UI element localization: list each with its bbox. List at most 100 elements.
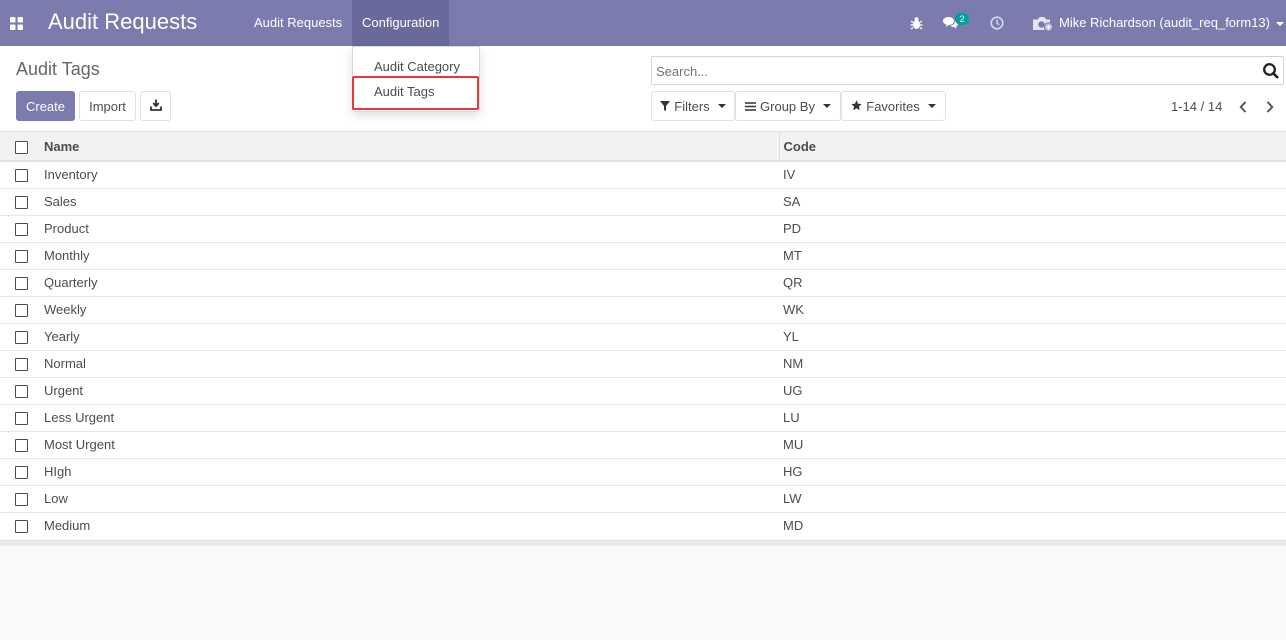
cell-name[interactable]: Less Urgent: [40, 403, 779, 431]
import-button[interactable]: Import: [79, 91, 136, 121]
search-bar: [651, 56, 1284, 85]
control-panel: Audit Tags Create Import Filters Group B…: [0, 46, 1286, 132]
filters-dropdown[interactable]: Filters: [651, 91, 735, 121]
cell-code[interactable]: SA: [779, 187, 1286, 215]
row-checkbox[interactable]: [15, 466, 28, 480]
cell-code[interactable]: MU: [779, 430, 1286, 458]
table-row[interactable]: Inventory IV: [0, 160, 1286, 188]
search-input[interactable]: [656, 62, 1246, 80]
menu-item-audit-category[interactable]: Audit Category: [353, 54, 479, 79]
menu-audit-requests[interactable]: Audit Requests: [244, 0, 352, 46]
pager-next-icon[interactable]: [1259, 96, 1281, 118]
cell-code[interactable]: LW: [779, 484, 1286, 512]
user-name-label: Mike Richardson (audit_req_form13): [1059, 15, 1270, 30]
table-row[interactable]: Urgent UG: [0, 376, 1286, 404]
column-header-name[interactable]: Name: [40, 132, 780, 162]
activity-clock-icon[interactable]: [988, 0, 1006, 46]
cell-code[interactable]: MD: [779, 511, 1286, 539]
select-all-checkbox[interactable]: [15, 140, 28, 154]
group-by-dropdown[interactable]: Group By: [735, 91, 841, 121]
row-select-cell: [0, 457, 40, 485]
top-navbar: Audit Requests Audit Requests Configurat…: [0, 0, 1286, 46]
cell-code[interactable]: YL: [779, 322, 1286, 350]
cell-code[interactable]: HG: [779, 457, 1286, 485]
row-checkbox[interactable]: [15, 493, 28, 507]
cell-name[interactable]: Low: [40, 484, 779, 512]
cell-name[interactable]: Weekly: [40, 295, 779, 323]
table-body: Inventory IV Sales SA Product PD Monthly MT Quar…: [0, 160, 1286, 539]
column-header-code[interactable]: Code: [779, 132, 1286, 162]
cell-name[interactable]: Quarterly: [40, 268, 779, 296]
table-row[interactable]: Sales SA: [0, 187, 1286, 215]
cell-name[interactable]: Yearly: [40, 322, 779, 350]
table-row[interactable]: Yearly YL: [0, 322, 1286, 350]
row-checkbox[interactable]: [15, 412, 28, 426]
row-checkbox[interactable]: [15, 196, 28, 210]
debug-bug-icon[interactable]: [906, 0, 926, 46]
table-row[interactable]: Normal NM: [0, 349, 1286, 377]
table-row[interactable]: Most Urgent MU: [0, 430, 1286, 458]
cell-name[interactable]: Medium: [40, 511, 779, 539]
download-icon: [149, 99, 162, 114]
cell-code[interactable]: WK: [779, 295, 1286, 323]
apps-menu-icon[interactable]: [0, 0, 33, 46]
row-select-cell: [0, 430, 40, 458]
group-by-label: Group By: [760, 98, 815, 114]
row-checkbox[interactable]: [15, 358, 28, 372]
row-checkbox[interactable]: [15, 223, 28, 237]
table-row[interactable]: Low LW: [0, 484, 1286, 512]
row-select-cell: [0, 349, 40, 377]
cell-name[interactable]: Inventory: [40, 160, 779, 188]
table-row[interactable]: Monthly MT: [0, 241, 1286, 269]
pager-value[interactable]: 1-14 / 14: [1171, 99, 1222, 114]
cell-code[interactable]: UG: [779, 376, 1286, 404]
menu-item-audit-tags[interactable]: Audit Tags: [353, 79, 479, 104]
table-row[interactable]: Less Urgent LU: [0, 403, 1286, 431]
row-checkbox[interactable]: [15, 439, 28, 453]
cell-name[interactable]: Most Urgent: [40, 430, 779, 458]
row-select-cell: [0, 160, 40, 188]
row-select-cell: [0, 484, 40, 512]
cell-name[interactable]: Urgent: [40, 376, 779, 404]
chevron-down-icon: [1275, 21, 1284, 26]
row-checkbox[interactable]: [15, 331, 28, 345]
row-checkbox[interactable]: [15, 385, 28, 399]
table-row[interactable]: HIgh HG: [0, 457, 1286, 485]
cell-code[interactable]: LU: [779, 403, 1286, 431]
cell-code[interactable]: IV: [779, 160, 1286, 188]
cell-code[interactable]: NM: [779, 349, 1286, 377]
table-row[interactable]: Product PD: [0, 214, 1286, 242]
table-row[interactable]: Medium MD: [0, 511, 1286, 539]
chevron-down-icon: [717, 104, 726, 108]
user-menu[interactable]: Mike Richardson (audit_req_form13): [1059, 0, 1284, 46]
export-button[interactable]: [140, 91, 171, 121]
cell-code[interactable]: QR: [779, 268, 1286, 296]
cell-name[interactable]: Normal: [40, 349, 779, 377]
row-select-cell: [0, 403, 40, 431]
pager-previous-icon[interactable]: [1232, 96, 1254, 118]
row-checkbox[interactable]: [15, 250, 28, 264]
filter-icon: [660, 99, 671, 114]
cell-code[interactable]: PD: [779, 214, 1286, 242]
search-icon[interactable]: [1262, 62, 1280, 80]
cell-name[interactable]: Product: [40, 214, 779, 242]
table-row[interactable]: Quarterly QR: [0, 268, 1286, 296]
cell-name[interactable]: HIgh: [40, 457, 779, 485]
favorites-dropdown[interactable]: Favorites: [841, 91, 946, 121]
row-checkbox[interactable]: [15, 277, 28, 291]
user-avatar-icon[interactable]: [1031, 0, 1055, 46]
row-checkbox[interactable]: [15, 520, 28, 534]
menu-configuration[interactable]: Configuration: [352, 0, 450, 46]
row-checkbox[interactable]: [15, 169, 28, 183]
table-row[interactable]: Weekly WK: [0, 295, 1286, 323]
chevron-down-icon: [927, 104, 936, 108]
cell-name[interactable]: Monthly: [40, 241, 779, 269]
create-button[interactable]: Create: [16, 91, 75, 121]
app-brand[interactable]: Audit Requests: [48, 9, 197, 35]
page-title: Audit Tags: [16, 59, 100, 79]
cell-name[interactable]: Sales: [40, 187, 779, 215]
audit-tags-table: Name Code Inventory IV Sales SA Product PD Mon…: [0, 132, 1286, 539]
row-checkbox[interactable]: [15, 304, 28, 318]
select-all-cell: [0, 132, 40, 162]
cell-code[interactable]: MT: [779, 241, 1286, 269]
